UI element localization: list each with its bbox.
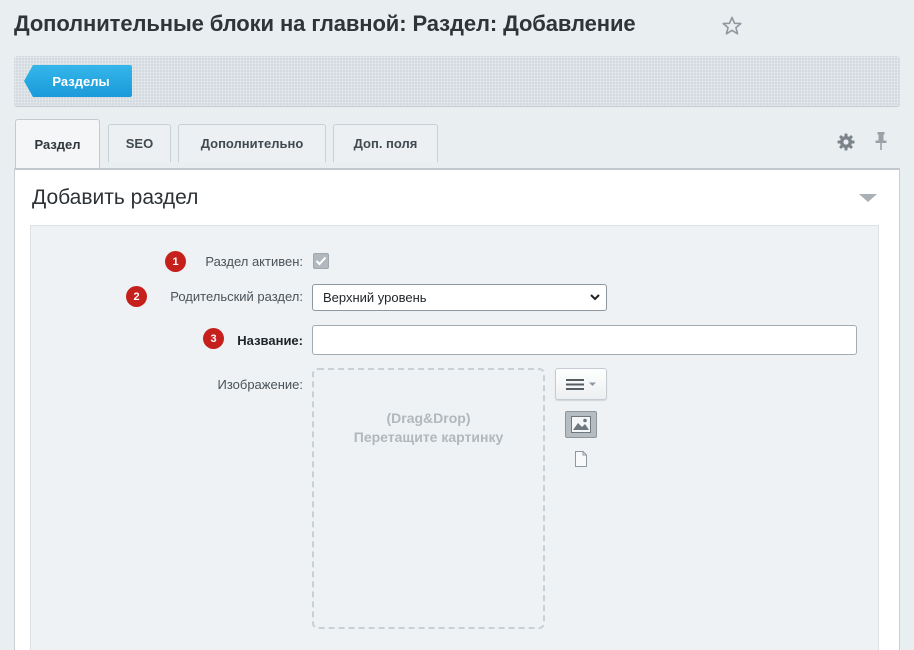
checkmark-icon (315, 256, 327, 266)
tab-section[interactable]: Раздел (15, 119, 100, 169)
name-input[interactable] (312, 325, 857, 355)
active-label: Раздел активен: (205, 254, 303, 269)
parent-section-label: Родительский раздел: (170, 289, 303, 304)
name-label: Название: (237, 333, 303, 348)
image-label: Изображение: (217, 377, 303, 392)
dropzone-line-2: Перетащите картинку (353, 429, 504, 445)
star-icon[interactable] (722, 16, 742, 36)
dropzone-line-1: (Drag&Drop) (386, 410, 471, 426)
pin-icon[interactable] (874, 131, 888, 151)
chevron-down-icon (590, 294, 600, 301)
active-checkbox[interactable] (313, 253, 329, 269)
file-icon[interactable] (574, 451, 588, 467)
collapse-icon[interactable] (859, 194, 877, 202)
hint-badge-3: 3 (203, 328, 224, 349)
tab-extra-fields[interactable]: Доп. поля (333, 124, 438, 162)
gear-icon[interactable] (837, 133, 855, 151)
image-dropzone[interactable]: (Drag&Drop) Перетащите картинку (312, 368, 545, 629)
hint-badge-2: 2 (126, 286, 147, 307)
tab-additional[interactable]: Дополнительно (178, 124, 326, 162)
toolbar (14, 56, 900, 107)
tab-seo[interactable]: SEO (108, 124, 171, 162)
back-to-sections-button[interactable]: Разделы (24, 65, 132, 97)
panel-title: Добавить раздел (32, 186, 199, 209)
image-menu-button[interactable] (555, 368, 607, 400)
hint-badge-1: 1 (165, 251, 186, 272)
image-icon[interactable] (565, 411, 597, 438)
menu-icon (566, 379, 596, 390)
parent-section-value: Верхний уровень (323, 290, 427, 305)
page-title: Дополнительные блоки на главной: Раздел:… (14, 11, 636, 36)
parent-section-select[interactable]: Верхний уровень (312, 284, 607, 311)
